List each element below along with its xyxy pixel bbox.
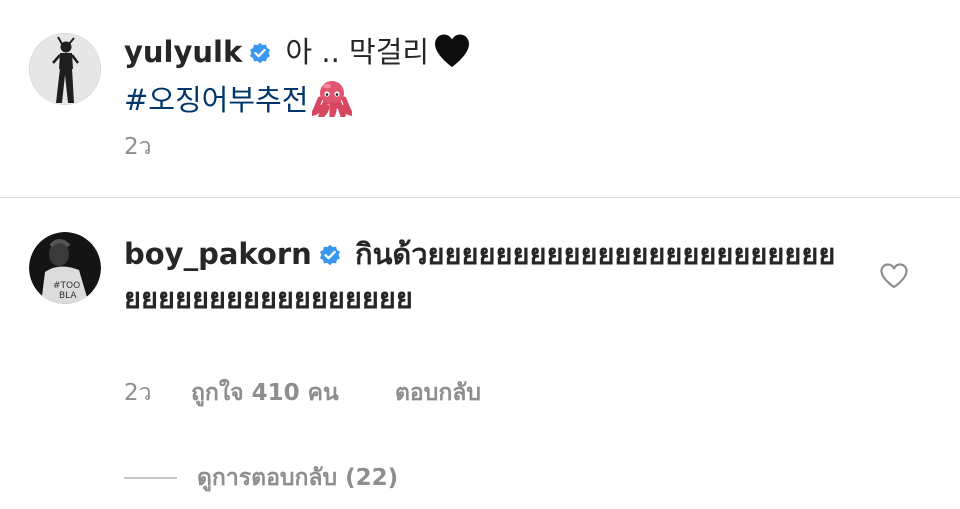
reply-button[interactable]: ตอบกลับ	[395, 378, 481, 408]
svg-text:#TOO: #TOO	[53, 281, 80, 291]
avatar-boy-pakorn[interactable]: #TOO BLA	[29, 232, 101, 304]
avatar-image	[29, 33, 101, 105]
svg-text:BLA: BLA	[59, 291, 77, 301]
comments-screen: yulyulk 아 .. 막걸리 #오징어부추전 2ว #TOO BLA boy…	[0, 0, 960, 509]
black-heart-emoji-icon	[433, 33, 471, 69]
heart-outline-icon[interactable]	[879, 262, 909, 290]
verified-badge-icon	[248, 41, 272, 65]
post-username[interactable]: yulyulk	[124, 35, 242, 69]
verified-badge-icon	[318, 243, 342, 267]
avatar-image: #TOO BLA	[29, 232, 101, 304]
caption-hashtag[interactable]: #오징어부추전	[124, 83, 308, 117]
octopus-emoji-icon	[312, 79, 353, 117]
post-timestamp: 2ว	[124, 134, 152, 160]
post-caption: yulyulk 아 .. 막걸리 #오징어부추전	[124, 28, 904, 124]
comment-timestamp: 2ว	[124, 380, 152, 406]
comment-username[interactable]: boy_pakorn	[124, 237, 312, 271]
caption-text: 아 .. 막걸리	[285, 35, 430, 69]
view-replies-button[interactable]: ดูการตอบกลับ (22)	[197, 463, 398, 493]
comment-likes-count[interactable]: ถูกใจ 410 คน	[191, 378, 339, 408]
avatar-yulyulk[interactable]	[29, 33, 101, 105]
comment-text: boy_pakorn กินด้วยยยยยยยยยยยยยยยยยยยยยยย…	[124, 232, 844, 320]
view-replies-line	[124, 477, 177, 479]
post-caption-section: yulyulk 아 .. 막걸리 #오징어부추전 2ว	[0, 0, 960, 198]
section-divider	[0, 197, 960, 198]
